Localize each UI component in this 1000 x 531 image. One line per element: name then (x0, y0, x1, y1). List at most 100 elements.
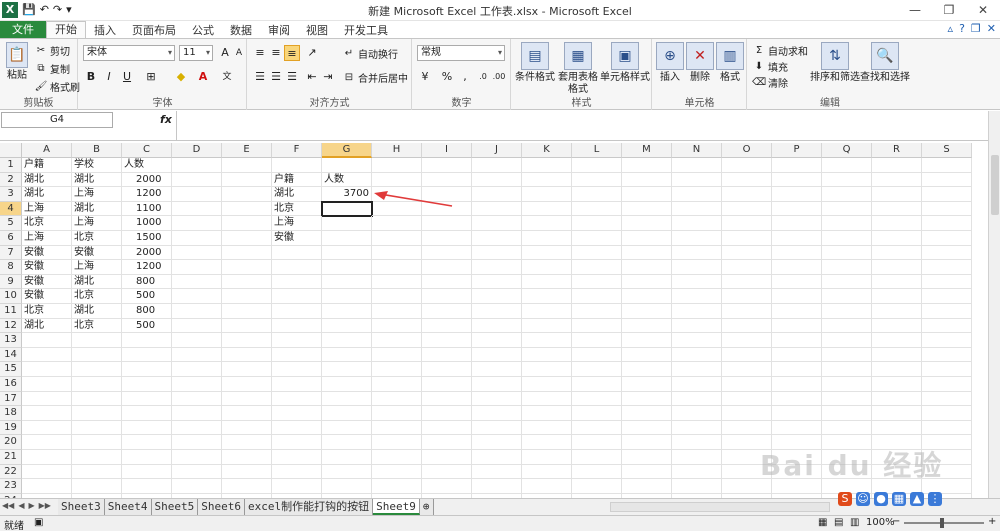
cell-G15[interactable] (322, 362, 372, 377)
cell-C3[interactable]: 1200 (122, 187, 172, 202)
cell-P3[interactable] (772, 187, 822, 202)
cell-N2[interactable] (672, 172, 722, 188)
cell-B4[interactable]: 湖北 (72, 201, 122, 217)
row-header[interactable]: 4 (0, 201, 22, 217)
cell-S13[interactable] (922, 333, 972, 348)
cell-E8[interactable] (222, 260, 272, 275)
cell-N22[interactable] (672, 464, 722, 480)
row-header[interactable]: 7 (0, 245, 22, 261)
cell-C2[interactable]: 2000 (122, 172, 172, 188)
cell-A9[interactable]: 安徽 (22, 274, 72, 290)
cell-S2[interactable] (922, 172, 972, 188)
delete-cells-button[interactable]: ✕ 删除 (685, 42, 715, 84)
cell-H7[interactable] (372, 245, 422, 261)
cell-P14[interactable] (772, 347, 822, 363)
cell-I10[interactable] (422, 289, 472, 304)
cut-button[interactable]: ✂ 剪切 (34, 43, 70, 59)
cell-F1[interactable] (272, 158, 322, 173)
zoom-slider-knob[interactable] (940, 518, 944, 528)
cell-H13[interactable] (372, 333, 422, 348)
cell-B7[interactable]: 安徽 (72, 245, 122, 261)
sort-filter-button[interactable]: ⇅ 排序和筛选 (810, 42, 860, 84)
cell-B8[interactable]: 上海 (72, 260, 122, 275)
tab-developer[interactable]: 开发工具 (336, 23, 396, 38)
first-sheet-icon[interactable]: ◀◀ (2, 501, 14, 510)
cell-N11[interactable] (672, 304, 722, 319)
cell-R10[interactable] (872, 289, 922, 304)
cell-M4[interactable] (622, 201, 672, 217)
cell-J9[interactable] (472, 274, 522, 290)
cell-I18[interactable] (422, 406, 472, 421)
cell-P8[interactable] (772, 260, 822, 275)
cell-D23[interactable] (172, 479, 222, 494)
cell-Q10[interactable] (822, 289, 872, 304)
cell-Q12[interactable] (822, 318, 872, 334)
cell-I13[interactable] (422, 333, 472, 348)
cell-B19[interactable] (72, 420, 122, 436)
cell-J8[interactable] (472, 260, 522, 275)
row-header[interactable]: 1 (0, 158, 22, 173)
font-size-select[interactable]: 11 ▾ (179, 45, 213, 61)
cell-S19[interactable] (922, 420, 972, 436)
cell-I12[interactable] (422, 318, 472, 334)
column-header-I[interactable]: I (422, 143, 472, 158)
cell-Q9[interactable] (822, 274, 872, 290)
cell-E22[interactable] (222, 464, 272, 480)
cell-L11[interactable] (572, 304, 622, 319)
cell-A5[interactable]: 北京 (22, 216, 72, 231)
tab-page-layout[interactable]: 页面布局 (124, 23, 184, 38)
cell-I5[interactable] (422, 216, 472, 231)
cell-D5[interactable] (172, 216, 222, 231)
cell-Q11[interactable] (822, 304, 872, 319)
cell-S17[interactable] (922, 391, 972, 407)
wrap-text-button[interactable]: ↵ 自动换行 (342, 46, 398, 62)
row-header[interactable]: 5 (0, 216, 22, 231)
cell-O11[interactable] (722, 304, 772, 319)
zoom-level[interactable]: 100% (866, 517, 895, 528)
cell-L1[interactable] (572, 158, 622, 173)
cell-C9[interactable]: 800 (122, 274, 172, 290)
cell-A13[interactable] (22, 333, 72, 348)
cell-B10[interactable]: 北京 (72, 289, 122, 304)
cell-K13[interactable] (522, 333, 572, 348)
macro-record-icon[interactable]: ▣ (34, 517, 43, 528)
cell-Q8[interactable] (822, 260, 872, 275)
cell-H14[interactable] (372, 347, 422, 363)
cell-O9[interactable] (722, 274, 772, 290)
horizontal-scrollbar[interactable] (610, 502, 830, 512)
cell-K17[interactable] (522, 391, 572, 407)
cell-A8[interactable]: 安徽 (22, 260, 72, 275)
row-header[interactable]: 3 (0, 187, 22, 202)
cell-P6[interactable] (772, 231, 822, 246)
minimize-ribbon-icon[interactable]: ▵ (948, 22, 954, 35)
cell-L14[interactable] (572, 347, 622, 363)
cell-O12[interactable] (722, 318, 772, 334)
cell-G11[interactable] (322, 304, 372, 319)
cell-G6[interactable] (322, 231, 372, 246)
cell-M1[interactable] (622, 158, 672, 173)
cell-H17[interactable] (372, 391, 422, 407)
cell-A12[interactable]: 湖北 (22, 318, 72, 334)
cell-K5[interactable] (522, 216, 572, 231)
cell-R5[interactable] (872, 216, 922, 231)
cell-R12[interactable] (872, 318, 922, 334)
cell-E4[interactable] (222, 201, 272, 217)
row-header[interactable]: 9 (0, 274, 22, 290)
cell-A22[interactable] (22, 464, 72, 480)
row-header[interactable]: 13 (0, 333, 22, 348)
cell-F18[interactable] (272, 406, 322, 421)
cell-F4[interactable]: 北京 (272, 201, 322, 217)
row-header[interactable]: 18 (0, 406, 22, 421)
cell-K23[interactable] (522, 479, 572, 494)
cell-G23[interactable] (322, 479, 372, 494)
cell-H9[interactable] (372, 274, 422, 290)
zoom-in-icon[interactable]: + (988, 516, 996, 527)
cell-L13[interactable] (572, 333, 622, 348)
sheet-tab[interactable]: Sheet6 (198, 499, 245, 515)
cell-B18[interactable] (72, 406, 122, 421)
cell-I1[interactable] (422, 158, 472, 173)
cell-A19[interactable] (22, 420, 72, 436)
cell-N1[interactable] (672, 158, 722, 173)
cell-D19[interactable] (172, 420, 222, 436)
cell-G12[interactable] (322, 318, 372, 334)
